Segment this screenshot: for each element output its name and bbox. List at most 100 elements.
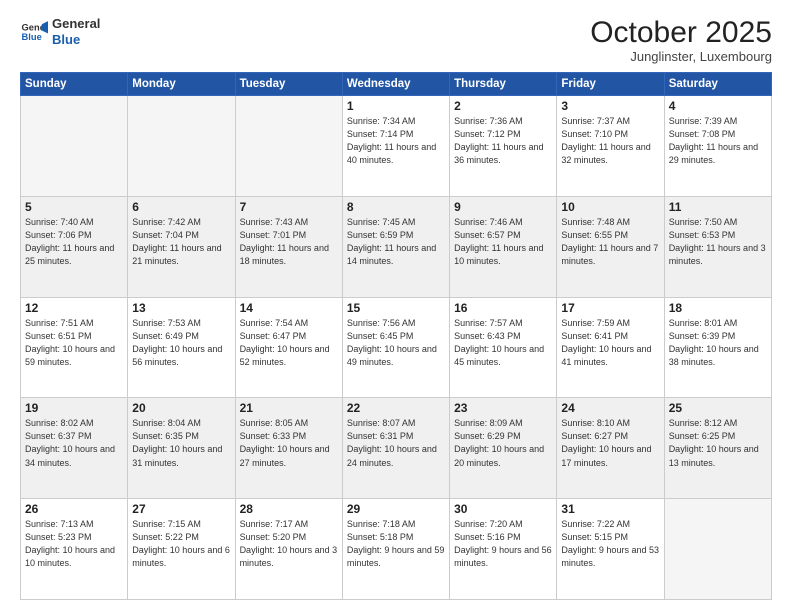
- day-info: Sunrise: 7:45 AM Sunset: 6:59 PM Dayligh…: [347, 216, 445, 268]
- day-number: 10: [561, 200, 659, 214]
- calendar-cell: 29Sunrise: 7:18 AM Sunset: 5:18 PM Dayli…: [342, 499, 449, 600]
- day-info: Sunrise: 8:05 AM Sunset: 6:33 PM Dayligh…: [240, 417, 338, 469]
- weekday-header-friday: Friday: [557, 73, 664, 96]
- calendar-cell: 20 Sunrise: 8:04 AM Sunset: 6:35 PM Dayli…: [128, 398, 235, 499]
- day-info: Sunrise: 7:13 AM Sunset: 5:23 PM Dayligh…: [25, 518, 123, 570]
- day-info: Sunrise: 8:12 AM Sunset: 6:25 PM Dayligh…: [669, 417, 767, 469]
- calendar-cell: 13Sunrise: 7:53 AM Sunset: 6:49 PM Dayli…: [128, 297, 235, 398]
- title-block: October 2025 Junglinster, Luxembourg: [590, 16, 772, 64]
- day-number: 1: [347, 99, 445, 113]
- day-number: 21: [240, 401, 338, 415]
- day-info: Sunrise: 8:01 AM Sunset: 6:39 PM Dayligh…: [669, 317, 767, 369]
- day-info: Sunrise: 7:39 AM Sunset: 7:08 PM Dayligh…: [669, 115, 767, 167]
- logo-icon: General Blue: [20, 18, 48, 46]
- weekday-header-sunday: Sunday: [21, 73, 128, 96]
- day-info: Sunrise: 7:50 AM Sunset: 6:53 PM Dayligh…: [669, 216, 767, 268]
- day-info: Sunrise: 7:18 AM Sunset: 5:18 PM Dayligh…: [347, 518, 445, 570]
- calendar-cell: 4 Sunrise: 7:39 AM Sunset: 7:08 PM Daylig…: [664, 96, 771, 197]
- day-info: Sunrise: 7:51 AM Sunset: 6:51 PM Dayligh…: [25, 317, 123, 369]
- day-number: 27: [132, 502, 230, 516]
- day-number: 14: [240, 301, 338, 315]
- day-info: Sunrise: 7:36 AM Sunset: 7:12 PM Dayligh…: [454, 115, 552, 167]
- day-info: Sunrise: 7:15 AM Sunset: 5:22 PM Dayligh…: [132, 518, 230, 570]
- calendar-cell: 15 Sunrise: 7:56 AM Sunset: 6:45 PM Dayli…: [342, 297, 449, 398]
- calendar-cell: 26Sunrise: 7:13 AM Sunset: 5:23 PM Dayli…: [21, 499, 128, 600]
- calendar-cell: 2 Sunrise: 7:36 AM Sunset: 7:12 PM Daylig…: [450, 96, 557, 197]
- day-number: 15: [347, 301, 445, 315]
- day-info: Sunrise: 7:46 AM Sunset: 6:57 PM Dayligh…: [454, 216, 552, 268]
- header: General Blue General Blue October 2025 J…: [20, 16, 772, 64]
- day-info: Sunrise: 7:59 AM Sunset: 6:41 PM Dayligh…: [561, 317, 659, 369]
- logo: General Blue General Blue: [20, 16, 100, 47]
- calendar-cell: 16Sunrise: 7:57 AM Sunset: 6:43 PM Dayli…: [450, 297, 557, 398]
- day-number: 30: [454, 502, 552, 516]
- calendar-cell: 7 Sunrise: 7:43 AM Sunset: 7:01 PM Daylig…: [235, 196, 342, 297]
- day-number: 20: [132, 401, 230, 415]
- day-number: 5: [25, 200, 123, 214]
- weekday-header-wednesday: Wednesday: [342, 73, 449, 96]
- calendar-cell: 24 Sunrise: 8:10 AM Sunset: 6:27 PM Dayli…: [557, 398, 664, 499]
- day-number: 19: [25, 401, 123, 415]
- day-number: 8: [347, 200, 445, 214]
- day-info: Sunrise: 8:09 AM Sunset: 6:29 PM Dayligh…: [454, 417, 552, 469]
- calendar-cell: 5 Sunrise: 7:40 AM Sunset: 7:06 PM Daylig…: [21, 196, 128, 297]
- weekday-header-tuesday: Tuesday: [235, 73, 342, 96]
- calendar-cell: 19Sunrise: 8:02 AM Sunset: 6:37 PM Dayli…: [21, 398, 128, 499]
- day-info: Sunrise: 7:34 AM Sunset: 7:14 PM Dayligh…: [347, 115, 445, 167]
- calendar-week-row: 5 Sunrise: 7:40 AM Sunset: 7:06 PM Daylig…: [21, 196, 772, 297]
- day-number: 28: [240, 502, 338, 516]
- day-number: 4: [669, 99, 767, 113]
- calendar-cell: 14 Sunrise: 7:54 AM Sunset: 6:47 PM Dayli…: [235, 297, 342, 398]
- calendar-week-row: 19Sunrise: 8:02 AM Sunset: 6:37 PM Dayli…: [21, 398, 772, 499]
- calendar-cell: 3Sunrise: 7:37 AM Sunset: 7:10 PM Daylig…: [557, 96, 664, 197]
- day-info: Sunrise: 7:20 AM Sunset: 5:16 PM Dayligh…: [454, 518, 552, 570]
- day-info: Sunrise: 7:17 AM Sunset: 5:20 PM Dayligh…: [240, 518, 338, 570]
- day-info: Sunrise: 8:04 AM Sunset: 6:35 PM Dayligh…: [132, 417, 230, 469]
- calendar-cell: 18Sunrise: 8:01 AM Sunset: 6:39 PM Dayli…: [664, 297, 771, 398]
- day-number: 9: [454, 200, 552, 214]
- calendar-cell: [664, 499, 771, 600]
- day-info: Sunrise: 7:48 AM Sunset: 6:55 PM Dayligh…: [561, 216, 659, 268]
- day-info: Sunrise: 7:40 AM Sunset: 7:06 PM Dayligh…: [25, 216, 123, 268]
- calendar-cell: 12Sunrise: 7:51 AM Sunset: 6:51 PM Dayli…: [21, 297, 128, 398]
- day-number: 23: [454, 401, 552, 415]
- page: General Blue General Blue October 2025 J…: [0, 0, 792, 612]
- calendar-week-row: 1 Sunrise: 7:34 AM Sunset: 7:14 PM Daylig…: [21, 96, 772, 197]
- calendar-cell: 1 Sunrise: 7:34 AM Sunset: 7:14 PM Daylig…: [342, 96, 449, 197]
- weekday-header-saturday: Saturday: [664, 73, 771, 96]
- calendar-cell: 25Sunrise: 8:12 AM Sunset: 6:25 PM Dayli…: [664, 398, 771, 499]
- calendar-cell: 11Sunrise: 7:50 AM Sunset: 6:53 PM Dayli…: [664, 196, 771, 297]
- day-info: Sunrise: 8:07 AM Sunset: 6:31 PM Dayligh…: [347, 417, 445, 469]
- calendar-cell: [21, 96, 128, 197]
- calendar-cell: 10 Sunrise: 7:48 AM Sunset: 6:55 PM Dayli…: [557, 196, 664, 297]
- calendar-cell: 8 Sunrise: 7:45 AM Sunset: 6:59 PM Daylig…: [342, 196, 449, 297]
- day-number: 31: [561, 502, 659, 516]
- calendar-week-row: 12Sunrise: 7:51 AM Sunset: 6:51 PM Dayli…: [21, 297, 772, 398]
- day-number: 13: [132, 301, 230, 315]
- day-info: Sunrise: 7:37 AM Sunset: 7:10 PM Dayligh…: [561, 115, 659, 167]
- calendar-cell: 22 Sunrise: 8:07 AM Sunset: 6:31 PM Dayli…: [342, 398, 449, 499]
- day-info: Sunrise: 7:43 AM Sunset: 7:01 PM Dayligh…: [240, 216, 338, 268]
- day-info: Sunrise: 7:54 AM Sunset: 6:47 PM Dayligh…: [240, 317, 338, 369]
- calendar-cell: 27 Sunrise: 7:15 AM Sunset: 5:22 PM Dayli…: [128, 499, 235, 600]
- day-info: Sunrise: 7:22 AM Sunset: 5:15 PM Dayligh…: [561, 518, 659, 570]
- calendar-cell: 31 Sunrise: 7:22 AM Sunset: 5:15 PM Dayli…: [557, 499, 664, 600]
- svg-text:Blue: Blue: [22, 31, 42, 41]
- day-info: Sunrise: 8:10 AM Sunset: 6:27 PM Dayligh…: [561, 417, 659, 469]
- day-number: 17: [561, 301, 659, 315]
- logo-general: General: [52, 16, 100, 32]
- day-number: 24: [561, 401, 659, 415]
- calendar-cell: 21 Sunrise: 8:05 AM Sunset: 6:33 PM Dayli…: [235, 398, 342, 499]
- day-number: 2: [454, 99, 552, 113]
- day-number: 7: [240, 200, 338, 214]
- calendar-header-row: SundayMondayTuesdayWednesdayThursdayFrid…: [21, 73, 772, 96]
- month-title: October 2025: [590, 16, 772, 49]
- day-number: 22: [347, 401, 445, 415]
- calendar-table: SundayMondayTuesdayWednesdayThursdayFrid…: [20, 72, 772, 600]
- day-info: Sunrise: 7:56 AM Sunset: 6:45 PM Dayligh…: [347, 317, 445, 369]
- weekday-header-monday: Monday: [128, 73, 235, 96]
- day-info: Sunrise: 7:42 AM Sunset: 7:04 PM Dayligh…: [132, 216, 230, 268]
- calendar-cell: [235, 96, 342, 197]
- calendar-cell: 17 Sunrise: 7:59 AM Sunset: 6:41 PM Dayli…: [557, 297, 664, 398]
- calendar-cell: [128, 96, 235, 197]
